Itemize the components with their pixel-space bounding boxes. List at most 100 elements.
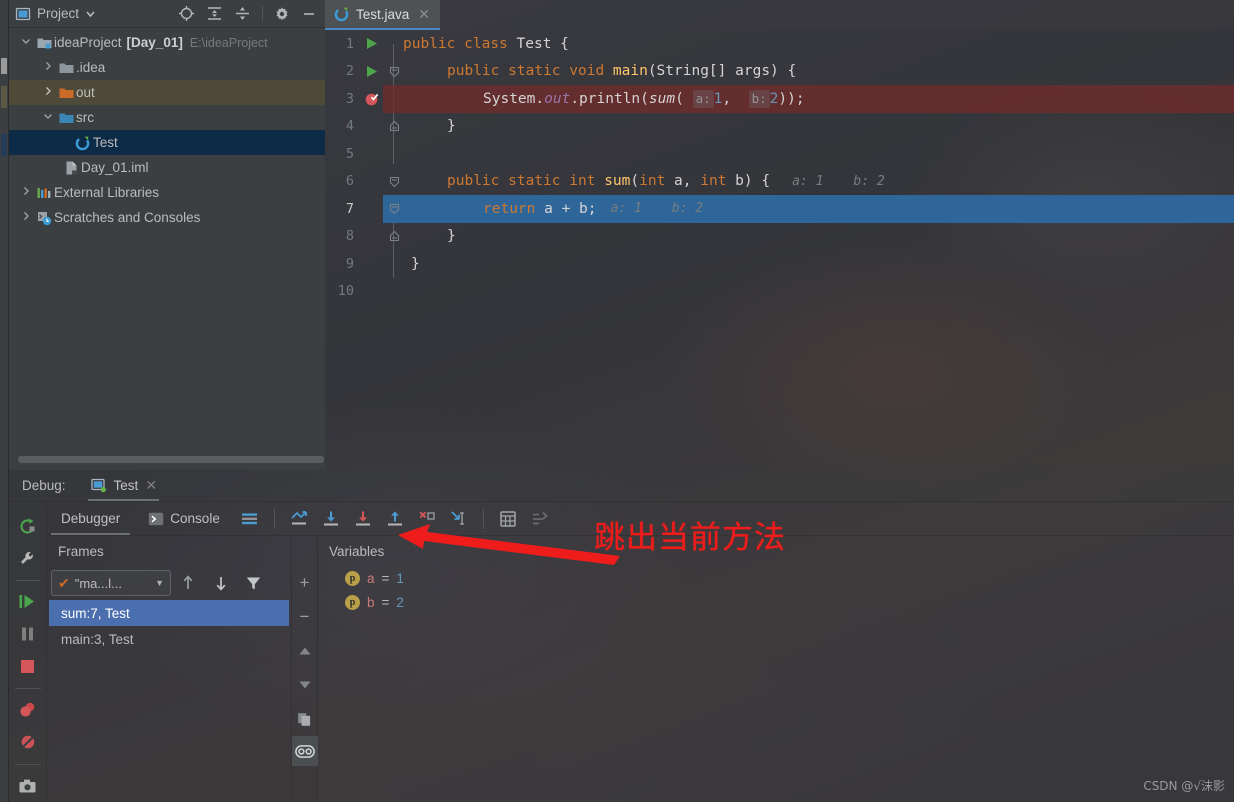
rerun-icon[interactable] [9,510,47,542]
close-icon[interactable]: ✕ [145,477,157,494]
tree-node-out[interactable]: out [9,80,325,105]
run-green-arrow-icon[interactable] [361,58,383,86]
stop-icon[interactable] [9,650,47,682]
fold-end-icon[interactable] [387,223,401,251]
chevron-right-icon[interactable] [39,61,56,74]
step-into-icon[interactable] [347,502,379,535]
fold-collapse-icon[interactable] [387,58,401,86]
variables-side-toolbar: + − [292,536,318,802]
debug-tool-window: Debug: Test ✕ Debugger Console Frames ✔ … [0,470,1234,802]
sidebar-divider-3 [14,763,41,765]
variable-equals: = [381,570,390,586]
evaluate-expression-icon[interactable] [492,502,524,535]
tree-node-test[interactable]: Test [9,130,325,155]
code-editor[interactable]: 1 public class Test { 2 public static vo… [325,30,1234,470]
class-name-test: Test [516,35,552,52]
line-number: 3 [345,90,354,107]
move-up-icon[interactable] [292,634,317,668]
debug-action-sidebar [9,502,47,802]
resume-program-icon[interactable] [9,586,47,618]
collapse-all-icon[interactable] [234,5,251,22]
close-icon[interactable]: ✕ [418,6,430,23]
brace-open: { [551,35,569,52]
layout-settings-icon[interactable] [234,502,266,535]
tree-label: Day_01.iml [81,160,149,175]
minimize-icon[interactable] [301,6,317,22]
fold-end-icon[interactable] [387,113,401,141]
mute-breakpoints-icon[interactable] [9,726,47,758]
fold-collapse-icon[interactable] [387,195,401,223]
tree-node-iml[interactable]: Day_01.iml [9,155,325,180]
tree-node-src[interactable]: src [9,105,325,130]
chevron-down-icon[interactable] [85,8,96,19]
inspect-icon[interactable] [292,736,318,766]
thread-selector[interactable]: ✔ "ma...l... ▼ [51,570,171,596]
show-execution-point-icon[interactable] [283,502,315,535]
editor-line-3: 3 System. out .println(sum( a: 1, b: 2)); [325,85,1234,113]
folder-blue-icon [56,111,76,125]
add-watch-icon[interactable]: + [292,566,317,600]
frame-down-icon[interactable] [204,566,237,600]
debug-label: Debug: [22,478,66,493]
chevron-down-icon[interactable]: ▼ [155,578,164,588]
trace-current-stream-icon[interactable] [524,502,556,535]
chevron-right-icon[interactable] [17,186,34,199]
project-horizontal-scrollbar[interactable] [18,456,325,463]
tab-label: Test.java [356,6,410,22]
copy-icon[interactable] [292,702,317,736]
folder-orange-icon [56,86,76,100]
debug-session-tab[interactable]: Test ✕ [87,470,166,501]
frame-label: sum:7, Test [61,605,130,621]
tree-node-external-libraries[interactable]: External Libraries [9,180,325,205]
kw-int-b: int [700,173,727,190]
tree-label: Test [93,135,118,150]
editor-line-8: 8 } [325,223,1234,251]
tree-node-idea[interactable]: .idea [9,55,325,80]
locate-icon[interactable] [178,5,195,22]
frame-up-icon[interactable] [171,566,204,600]
chevron-down-icon[interactable] [39,111,56,124]
variable-row-b[interactable]: p b = 2 [318,590,1234,614]
debug-main-area: Debugger Console Frames ✔ "ma...l... ▼ s… [47,502,1234,802]
force-step-into-icon[interactable] [411,502,443,535]
step-out-icon[interactable] [379,502,411,535]
frame-row-main[interactable]: main:3, Test [47,626,291,652]
token-system: System. [483,90,545,107]
view-breakpoints-icon[interactable] [9,694,47,726]
code-line-8: } [403,223,1234,251]
token-println: .println( [570,90,649,107]
run-to-cursor-icon[interactable] [443,502,475,535]
screenshot-icon[interactable] [9,770,47,802]
expand-all-icon[interactable] [206,5,223,22]
arg-value-1: 1 [713,90,723,107]
line-number: 1 [345,35,354,52]
tab-test-java[interactable]: Test.java ✕ [325,0,441,30]
chevron-down-icon[interactable] [17,36,34,49]
tab-console[interactable]: Console [134,502,234,535]
variable-row-a[interactable]: p a = 1 [318,566,1234,590]
run-green-arrow-icon[interactable] [361,30,383,58]
settings-wrench-icon[interactable] [9,542,47,574]
tab-debugger[interactable]: Debugger [47,502,134,535]
pause-program-icon[interactable] [9,618,47,650]
fold-collapse-icon[interactable] [387,168,401,196]
breakpoint-verified-icon[interactable] [361,85,383,113]
stripe-scroll-thumb[interactable] [1,58,7,74]
watermark: CSDN @√沫影 [1143,779,1225,793]
tree-label: src [76,110,94,125]
gear-icon[interactable] [274,6,290,22]
remove-watch-icon[interactable]: − [292,600,317,634]
frame-row-sum[interactable]: sum:7, Test [49,600,289,626]
token-close: )); [778,90,805,107]
chevron-right-icon[interactable] [17,211,34,224]
line-number: 8 [345,228,354,245]
tree-node-scratches[interactable]: Scratches and Consoles [9,205,325,230]
debug-panes: Frames ✔ "ma...l... ▼ sum:7, Test main:3… [47,536,1234,802]
project-title-group[interactable]: Project [15,6,96,22]
filter-icon[interactable] [237,566,270,600]
sidebar-divider-2 [14,687,41,689]
tree-node-ideaproject[interactable]: ideaProject [Day_01] E:\ideaProject [9,30,325,55]
step-over-icon[interactable] [315,502,347,535]
move-down-icon[interactable] [292,668,317,702]
chevron-right-icon[interactable] [39,86,56,99]
